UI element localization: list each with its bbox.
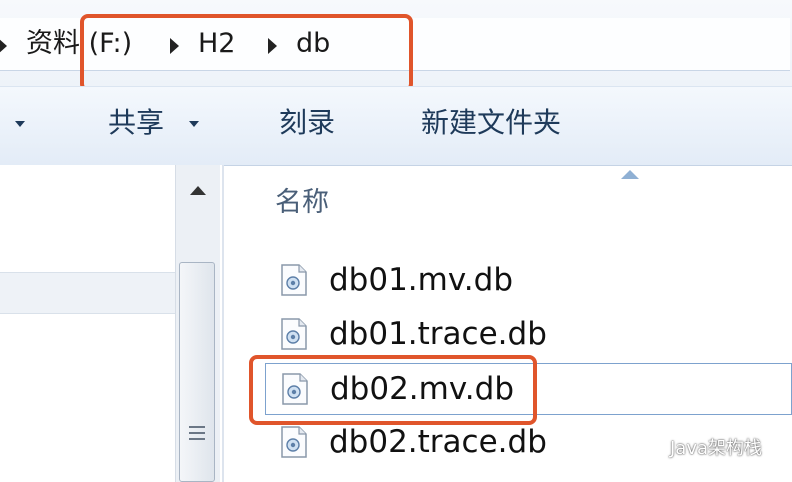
scroll-up-icon[interactable] bbox=[190, 186, 206, 195]
dropdown-arrow-icon[interactable] bbox=[189, 121, 199, 127]
column-header-name[interactable]: 名称 bbox=[275, 185, 329, 221]
chevron-right-icon[interactable] bbox=[0, 38, 7, 54]
file-name: db01.mv.db bbox=[329, 262, 514, 298]
highlight-box-file bbox=[249, 355, 537, 425]
pane-splitter[interactable] bbox=[222, 165, 224, 482]
file-name: db01.trace.db bbox=[329, 316, 547, 352]
grip-icon bbox=[189, 426, 205, 442]
burn-button[interactable]: 刻录 bbox=[279, 104, 335, 142]
new-folder-button[interactable]: 新建文件夹 bbox=[421, 104, 561, 142]
file-row[interactable]: db01.mv.db bbox=[275, 255, 792, 307]
highlight-box-path bbox=[80, 14, 413, 92]
db-file-icon bbox=[281, 318, 307, 350]
file-name: db02.trace.db bbox=[329, 424, 547, 460]
dropdown-arrow-icon[interactable] bbox=[15, 121, 25, 127]
db-file-icon bbox=[281, 264, 307, 296]
db-file-icon bbox=[281, 426, 307, 458]
file-row[interactable]: db01.trace.db bbox=[275, 309, 792, 361]
nav-item[interactable] bbox=[0, 272, 175, 314]
scrollbar-thumb[interactable] bbox=[179, 262, 215, 482]
wechat-icon bbox=[640, 439, 664, 458]
share-button[interactable]: 共享 bbox=[108, 104, 164, 142]
sort-arrow-icon bbox=[621, 170, 639, 179]
watermark-text: Java架构栈 bbox=[670, 438, 763, 459]
